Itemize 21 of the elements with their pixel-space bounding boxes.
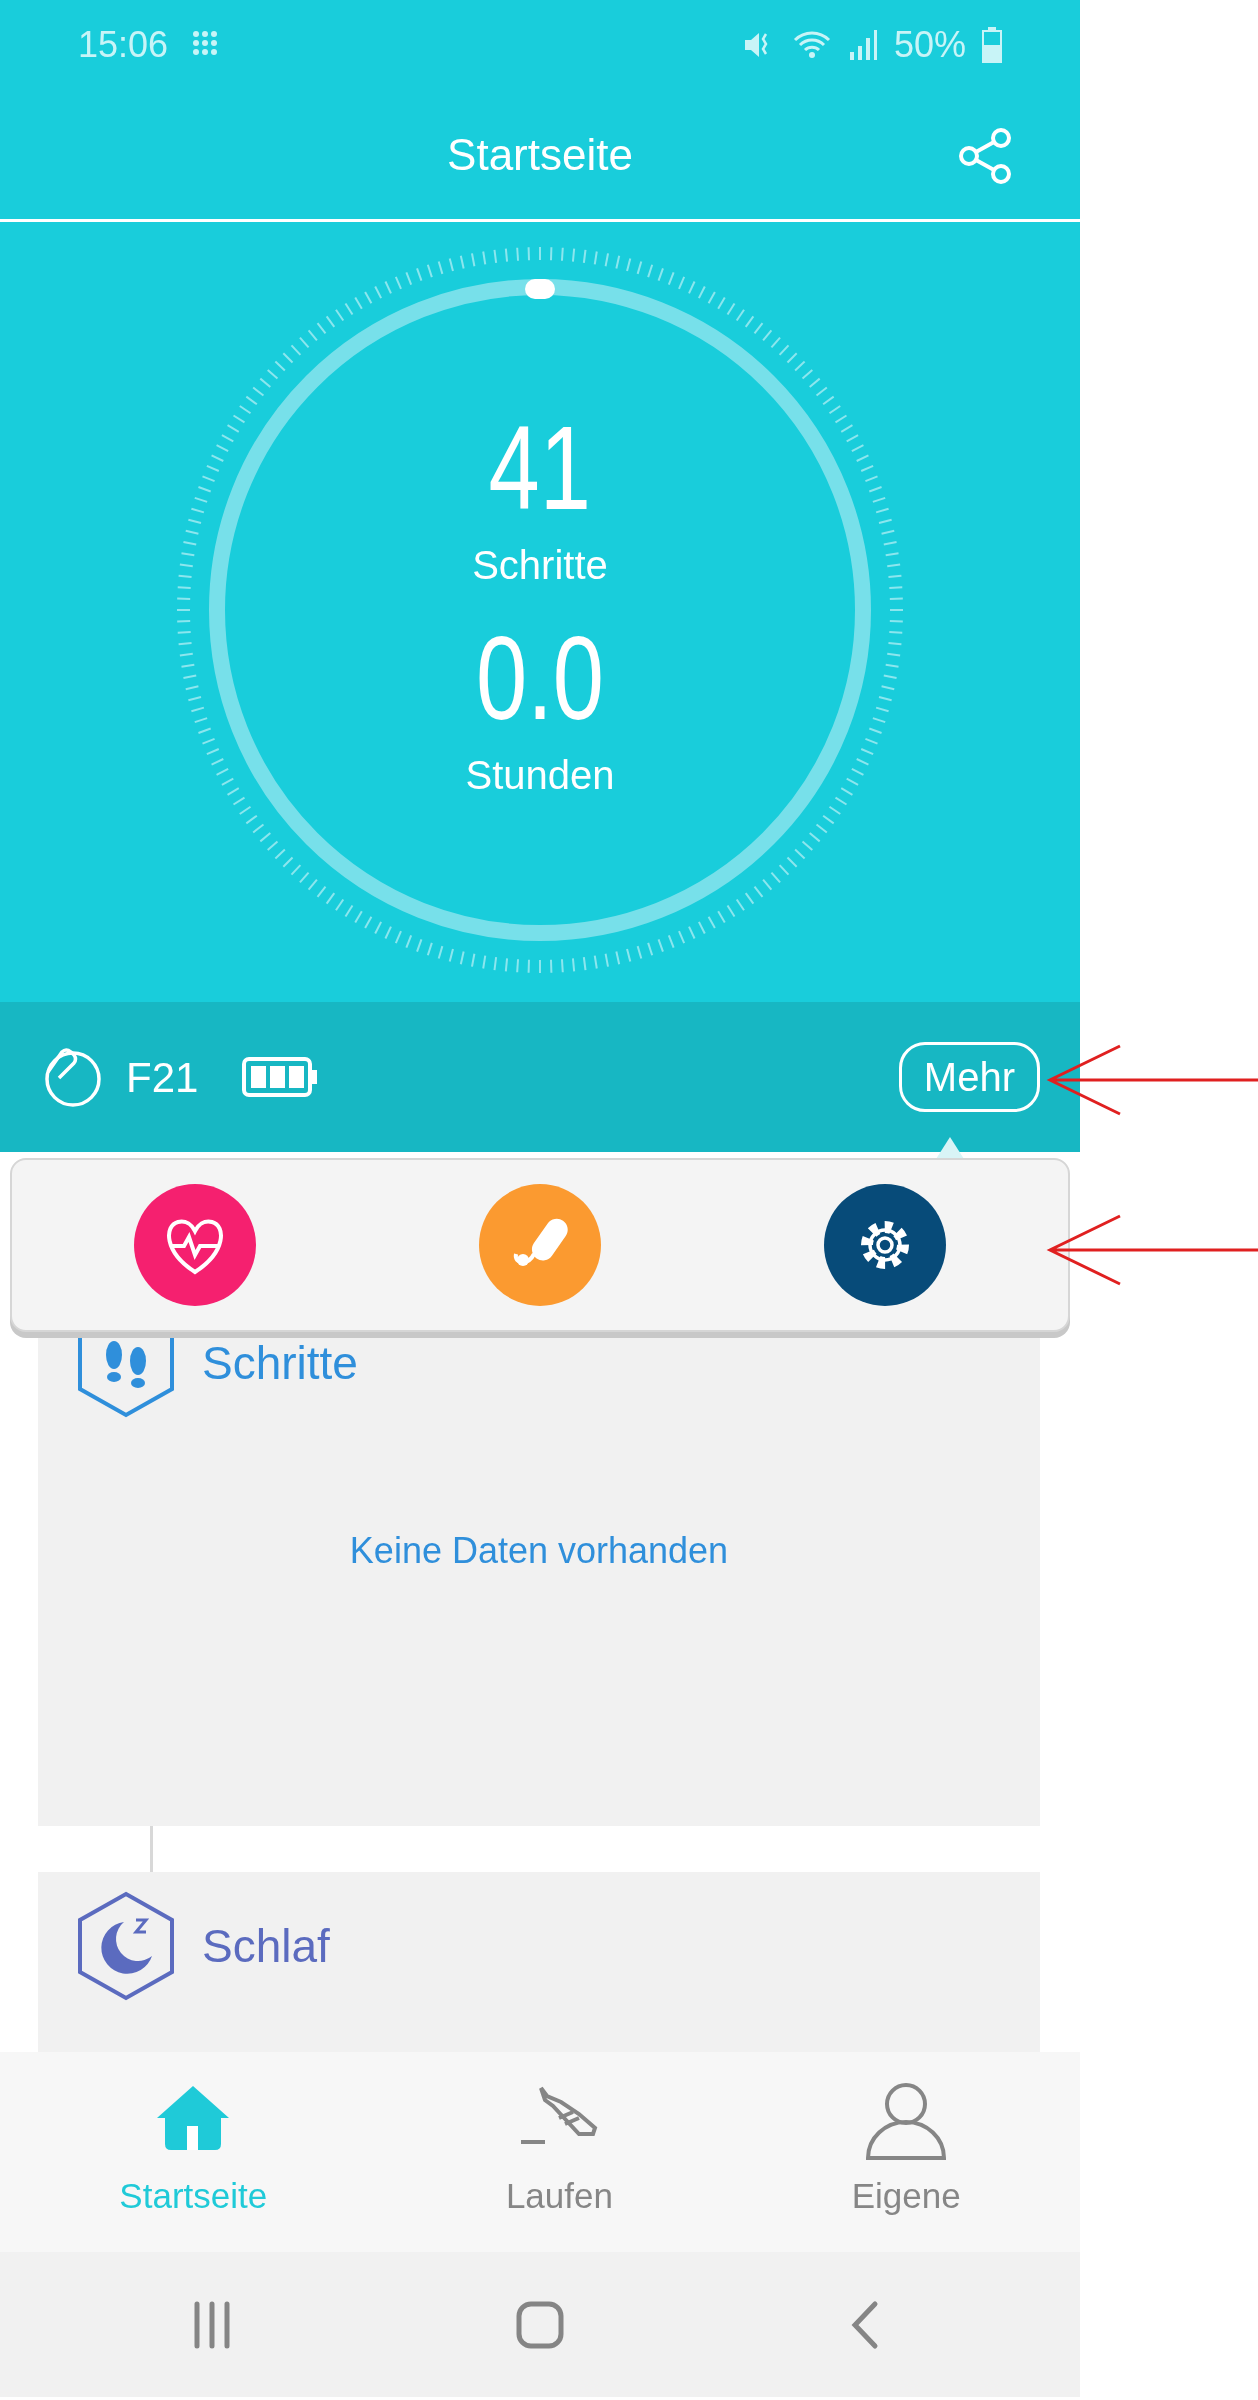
status-time: 15:06 (78, 23, 169, 67)
card-title: Schritte (202, 1335, 358, 1391)
battery-icon (982, 27, 1002, 63)
card-title: Schlaf (202, 1918, 330, 1974)
hours-label: Stunden (465, 752, 615, 799)
screen-title: Startseite (447, 128, 633, 181)
nav-tab[interactable]: Startseite (0, 2052, 387, 2252)
popup-pointer (936, 1137, 964, 1159)
more-button[interactable]: Mehr (898, 1042, 1040, 1112)
battery-level-icon (242, 1057, 319, 1097)
home-button-icon[interactable] (515, 2299, 565, 2350)
step-count: 41 (488, 409, 592, 527)
empty-message: Keine Daten vorhanden (348, 1529, 730, 1573)
person-icon (866, 2081, 947, 2162)
nav-tab[interactable]: Laufen (386, 2052, 733, 2252)
hours-count: 0.0 (476, 619, 604, 737)
device-name: F21 (126, 1052, 199, 1103)
steps-label: Schritte (472, 542, 608, 589)
signal-icon (847, 28, 878, 62)
battery-percent: 50% (893, 23, 966, 67)
nav-tab[interactable]: Eigene (732, 2052, 1080, 2252)
